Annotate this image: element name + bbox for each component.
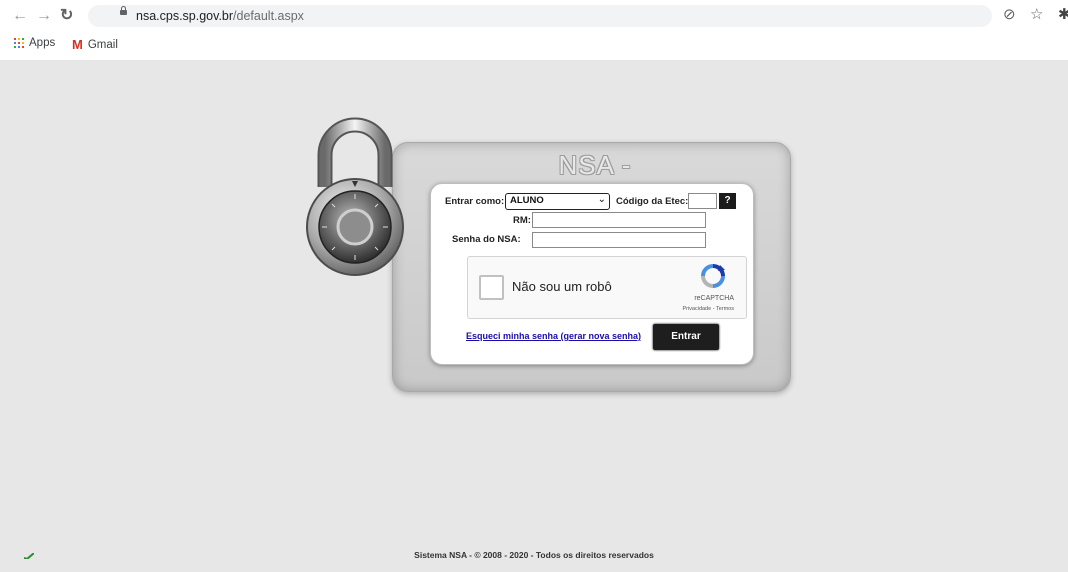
recaptcha-brand: reCAPTCHA <box>694 295 734 302</box>
forward-arrow-icon[interactable]: → <box>36 7 52 25</box>
bookmark-gmail[interactable]: M Gmail <box>72 37 118 52</box>
recaptcha-checkbox[interactable] <box>479 275 504 300</box>
apps-grid-icon <box>14 38 24 48</box>
help-button[interactable]: ? <box>719 193 736 209</box>
padlock-icon <box>306 117 404 276</box>
senha-label: Senha do NSA: <box>452 234 521 245</box>
chevron-down-icon: ⌄ <box>597 194 606 205</box>
address-bar[interactable]: nsa.cps.sp.gov.br/default.aspx <box>88 5 992 27</box>
codigo-etec-input[interactable] <box>688 193 717 209</box>
gmail-icon: M <box>72 37 83 52</box>
reload-icon[interactable]: ↻ <box>60 7 73 25</box>
rm-input[interactable] <box>532 212 706 228</box>
extension-icon[interactable]: ✱ <box>1058 6 1068 24</box>
footer-text: Sistema NSA - © 2008 - 2020 - Todos os d… <box>414 550 654 560</box>
bookmark-apps-label: Apps <box>29 37 56 49</box>
recaptcha-widget: Não sou um robô reCAPTCHA Privacidade - … <box>467 256 747 319</box>
recaptcha-links[interactable]: Privacidade - Termos <box>644 306 734 312</box>
bookmark-apps[interactable]: Apps <box>14 37 55 49</box>
star-icon[interactable]: ☆ <box>1030 6 1043 24</box>
bookmarks-bar: Apps M Gmail <box>0 34 1068 56</box>
entrar-como-value: ALUNO <box>510 195 544 206</box>
senha-input[interactable] <box>532 232 706 248</box>
codigo-etec-label: Código da Etec: <box>616 196 689 207</box>
lock-icon <box>120 6 127 15</box>
url-text[interactable]: nsa.cps.sp.gov.br/default.aspx <box>136 9 304 23</box>
recaptcha-icon <box>701 264 725 288</box>
entrar-button[interactable]: Entrar <box>653 324 719 350</box>
recaptcha-label: Não sou um robô <box>512 279 612 294</box>
back-arrow-icon[interactable]: ← <box>12 7 28 25</box>
entrar-como-label: Entrar como: <box>445 196 505 207</box>
entrar-como-select[interactable]: ALUNO ⌄ <box>505 193 610 210</box>
eye-slash-icon[interactable]: ⊘ <box>1003 6 1016 24</box>
browser-chrome: ← → ↻ nsa.cps.sp.gov.br/default.aspx ⊘ ☆… <box>0 0 1068 60</box>
rm-label: RM: <box>513 215 531 226</box>
bookmark-gmail-label: Gmail <box>87 38 118 51</box>
forgot-password-link[interactable]: Esqueci minha senha (gerar nova senha) <box>466 331 641 341</box>
